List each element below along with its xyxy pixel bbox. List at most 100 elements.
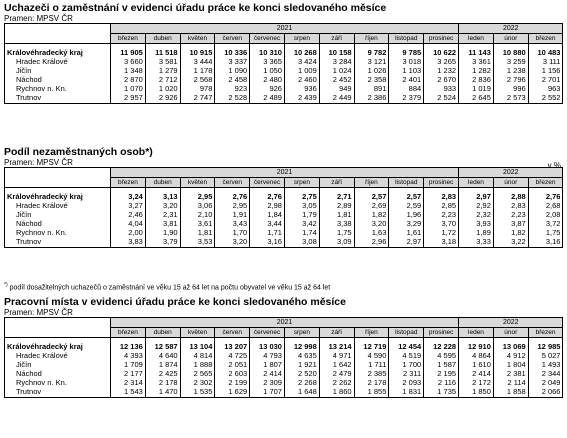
- table-cell: 2 747: [179, 93, 216, 104]
- table-cell: 9 785: [388, 43, 425, 57]
- table-cell: 2 178: [353, 378, 390, 387]
- table-cell: 2 603: [214, 369, 251, 378]
- table-cell: 3 361: [458, 57, 494, 66]
- table-cell: 1,82: [353, 210, 390, 219]
- table-cell: 1 707: [249, 387, 285, 398]
- table-cell: 13 207: [214, 337, 251, 351]
- month-header: červenec: [249, 327, 285, 338]
- table-cell: 2,32: [458, 210, 494, 219]
- table-row: Náchod 2 870 2 712 2 568 2 458 2 480 2 460 2 45…: [4, 75, 564, 84]
- table-cell: 1 103: [388, 66, 425, 75]
- month-header: leden: [458, 177, 494, 188]
- year-header: 2021: [109, 23, 460, 34]
- table-cell: 1,90: [144, 228, 181, 237]
- section-job-applicants: Uchazeči o zaměstnání v evidenci úřadu p…: [4, 2, 564, 104]
- month-header-row: březen duben květen červen červenec srpen září…: [4, 327, 564, 338]
- table-cell: 2,08: [527, 210, 564, 219]
- table-cell: 1 493: [527, 360, 564, 369]
- table-cell: 3,53: [179, 237, 216, 248]
- table-cell: 3 365: [249, 57, 285, 66]
- table-cell: 2,71: [318, 187, 355, 201]
- table-cell: 1 024: [318, 66, 355, 75]
- table-cell: 3 259: [492, 57, 529, 66]
- table-cell: 2 565: [179, 369, 216, 378]
- row-label: Náchod: [4, 369, 111, 378]
- month-header: březen: [527, 33, 564, 44]
- table-cell: 1 587: [423, 360, 460, 369]
- table-cell: 1,61: [388, 228, 425, 237]
- table-cell: 3,70: [423, 219, 460, 228]
- table-row: Trutnov 2 957 2 926 2 747 2 528 2 489 2 439 2 4…: [4, 93, 564, 104]
- table-cell: 2,76: [527, 187, 564, 201]
- table-cell: 996: [492, 84, 529, 93]
- table-cell: 2 439: [283, 93, 320, 104]
- table-cell: 2,23: [492, 210, 529, 219]
- table-cell: 3 660: [110, 57, 146, 66]
- table-cell: 1,84: [249, 210, 285, 219]
- table-cell: 1,89: [458, 228, 494, 237]
- table-cell: 2 836: [458, 75, 494, 84]
- section-title: Pracovní místa v evidenci úřadu práce ke…: [4, 296, 346, 308]
- month-header: březen: [527, 327, 564, 338]
- table-cell: 2 172: [458, 378, 494, 387]
- table-cell: 2 386: [353, 93, 390, 104]
- table-cell: 2 458: [214, 75, 251, 84]
- table-cell: 2 195: [423, 369, 460, 378]
- table-row: Náchod 4,04 3,81 3,61 3,43 3,44 3,42 3,38 3,20 3,…: [4, 219, 564, 228]
- table-cell: 10 880: [492, 43, 529, 57]
- month-header: leden: [458, 327, 494, 338]
- table-row: Trutnov 1 543 1 470 1 535 1 629 1 707 1 648 1 8…: [4, 387, 564, 398]
- month-header: květen: [179, 177, 216, 188]
- table-cell: 2 414: [249, 369, 285, 378]
- table-row: Hradec Králové 4 393 4 640 4 814 4 725 4 793 4…: [4, 351, 564, 360]
- table-cell: 1 804: [492, 360, 529, 369]
- month-header: listopad: [388, 327, 425, 338]
- table-cell: 1,74: [283, 228, 320, 237]
- table-cell: 1 831: [388, 387, 425, 398]
- row-label: Rychnov n. Kn.: [4, 378, 111, 387]
- table-cell: 2 268: [283, 378, 320, 387]
- table-cell: 1 735: [423, 387, 460, 398]
- table-cell: 933: [423, 84, 460, 93]
- table-cell: 1 874: [144, 360, 181, 369]
- row-label: Hradec Králové: [4, 351, 111, 360]
- month-header: duben: [144, 327, 181, 338]
- table-cell: 3,72: [527, 219, 564, 228]
- table-cell: 1,75: [318, 228, 355, 237]
- table-cell: 2 414: [458, 369, 494, 378]
- table-cell: 1 535: [179, 387, 216, 398]
- table-cell: 1,75: [527, 228, 564, 237]
- section-title: Uchazeči o zaměstnání v evidenci úřadu p…: [4, 2, 387, 14]
- table-cell: 1 050: [249, 66, 285, 75]
- table-cell: 2,96: [353, 237, 390, 248]
- table-cell: 923: [214, 84, 251, 93]
- year-header: 2021: [109, 167, 460, 178]
- table-cell: 13 214: [318, 337, 355, 351]
- table-cell: 3,06: [179, 201, 216, 210]
- month-header: duben: [144, 33, 181, 44]
- table-cell: 1 348: [110, 66, 146, 75]
- table-cell: 10 158: [318, 43, 355, 57]
- table-cell: 13 030: [249, 337, 285, 351]
- table-cell: 936: [283, 84, 320, 93]
- table-cell: 2,31: [144, 210, 181, 219]
- row-label: Hradec Králové: [4, 201, 111, 210]
- table-cell: 2,92: [458, 201, 494, 210]
- month-header: říjen: [353, 327, 390, 338]
- table-cell: 2 957: [110, 93, 146, 104]
- table-cell: 1 807: [249, 360, 285, 369]
- table-cell: 2,97: [458, 187, 494, 201]
- table-cell: 2 178: [144, 378, 181, 387]
- table-cell: 1 629: [214, 387, 251, 398]
- table-cell: 3,20: [353, 219, 390, 228]
- table-cell: 13 069: [492, 337, 529, 351]
- section-source: Pramen: MPSV ČR: [4, 308, 73, 317]
- table-cell: 13 104: [179, 337, 216, 351]
- table-row: Trutnov 3,83 3,79 3,53 3,20 3,16 3,08 3,09 2,96 2…: [4, 237, 564, 248]
- table-cell: 2 381: [492, 369, 529, 378]
- month-header: srpen: [283, 177, 320, 188]
- month-header: červen: [214, 33, 251, 44]
- row-label: Královéhradecký kraj: [4, 337, 111, 351]
- row-label: Jičín: [4, 360, 111, 369]
- table-cell: 3,22: [492, 237, 529, 248]
